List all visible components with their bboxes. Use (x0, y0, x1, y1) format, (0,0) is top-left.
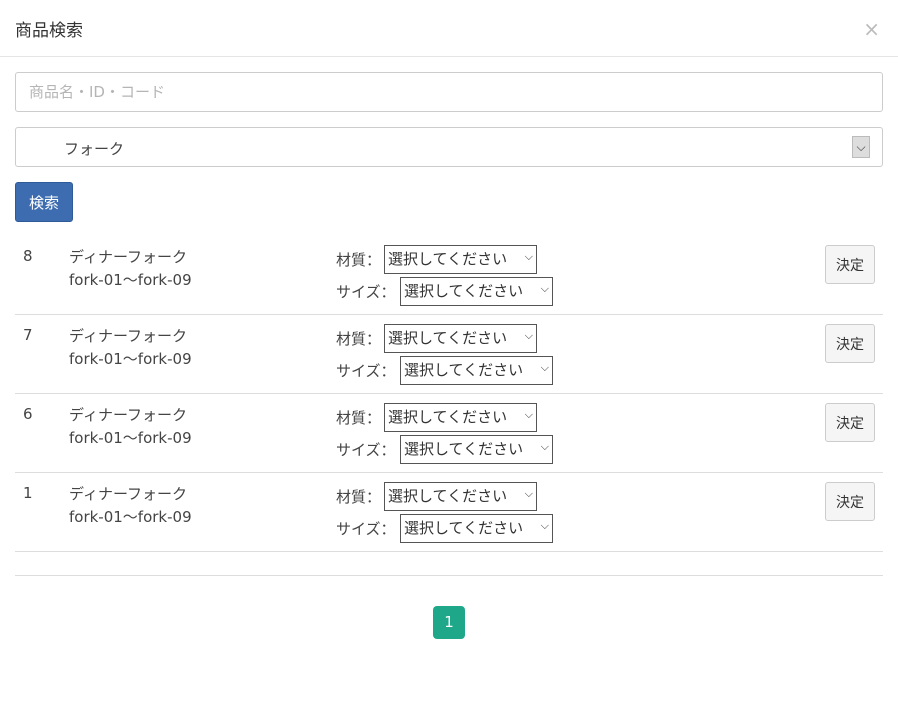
item-number: 8 (23, 247, 33, 265)
size-select[interactable]: 選択してください ⌵ (400, 514, 553, 543)
list-item: 1 ディナーフォーク fork-01〜fork-09 材質： 選択してください ⌵… (15, 473, 883, 552)
item-code: fork-01〜fork-09 (69, 350, 192, 368)
material-label: 材質： (336, 251, 382, 269)
list-item: 7 ディナーフォーク fork-01〜fork-09 材質： 選択してください ⌵… (15, 315, 883, 394)
search-button[interactable]: 検索 (15, 182, 73, 222)
list-item: 6 ディナーフォーク fork-01〜fork-09 材質： 選択してください ⌵… (15, 394, 883, 473)
size-select-value: 選択してください (404, 440, 524, 458)
item-number: 7 (23, 326, 33, 344)
item-name: ディナーフォーク (69, 248, 188, 266)
item-number: 1 (23, 484, 33, 502)
size-select[interactable]: 選択してください ⌵ (400, 435, 553, 464)
modal-header: 商品検索 × (0, 0, 898, 57)
item-number: 6 (23, 405, 33, 423)
chevron-down-icon: ⌵ (524, 250, 533, 263)
material-select-value: 選択してください (388, 250, 508, 268)
chevron-down-icon: ⌵ (540, 361, 549, 374)
item-name: ディナーフォーク (69, 327, 188, 345)
size-select-value: 選択してください (404, 361, 524, 379)
product-search-modal: 商品検索 × フォーク ⌵ 検索 8 ディナーフォーク fork-01〜fork… (0, 0, 898, 705)
chevron-down-icon: ⌵ (540, 282, 549, 295)
size-label: サイズ： (336, 441, 396, 459)
chevron-down-icon: ⌵ (524, 487, 533, 500)
size-select-value: 選択してください (404, 282, 524, 300)
category-select[interactable]: フォーク ⌵ (15, 127, 883, 167)
material-label: 材質： (336, 488, 382, 506)
chevron-down-icon: ⌵ (540, 440, 549, 453)
chevron-down-icon: ⌵ (524, 408, 533, 421)
chevron-down-icon: ⌵ (540, 519, 549, 532)
material-select[interactable]: 選択してください ⌵ (384, 245, 537, 274)
material-select[interactable]: 選択してください ⌵ (384, 403, 537, 432)
size-select[interactable]: 選択してください ⌵ (400, 277, 553, 306)
chevron-down-icon: ⌵ (524, 329, 533, 342)
size-label: サイズ： (336, 520, 396, 538)
material-label: 材質： (336, 409, 382, 427)
result-list: 8 ディナーフォーク fork-01〜fork-09 材質： 選択してください ⌵… (15, 236, 883, 552)
decide-button[interactable]: 決定 (825, 245, 875, 284)
list-item: 8 ディナーフォーク fork-01〜fork-09 材質： 選択してください ⌵… (15, 236, 883, 315)
material-select[interactable]: 選択してください ⌵ (384, 482, 537, 511)
size-select-value: 選択してください (404, 519, 524, 537)
decide-button[interactable]: 決定 (825, 324, 875, 363)
decide-button[interactable]: 決定 (825, 482, 875, 521)
material-select-value: 選択してください (388, 408, 508, 426)
material-label: 材質： (336, 330, 382, 348)
item-name: ディナーフォーク (69, 406, 188, 424)
chevron-down-icon: ⌵ (852, 136, 870, 158)
modal-title: 商品検索 (15, 21, 83, 41)
divider (15, 575, 883, 576)
item-code: fork-01〜fork-09 (69, 429, 192, 447)
category-select-value: フォーク (64, 140, 125, 158)
size-label: サイズ： (336, 362, 396, 380)
size-select[interactable]: 選択してください ⌵ (400, 356, 553, 385)
material-select[interactable]: 選択してください ⌵ (384, 324, 537, 353)
pagination-page-1[interactable]: 1 (433, 606, 465, 639)
item-code: fork-01〜fork-09 (69, 271, 192, 289)
material-select-value: 選択してください (388, 487, 508, 505)
decide-button[interactable]: 決定 (825, 403, 875, 442)
search-input[interactable] (15, 72, 883, 112)
item-code: fork-01〜fork-09 (69, 508, 192, 526)
item-name: ディナーフォーク (69, 485, 188, 503)
close-icon[interactable]: × (863, 19, 880, 39)
size-label: サイズ： (336, 283, 396, 301)
material-select-value: 選択してください (388, 329, 508, 347)
